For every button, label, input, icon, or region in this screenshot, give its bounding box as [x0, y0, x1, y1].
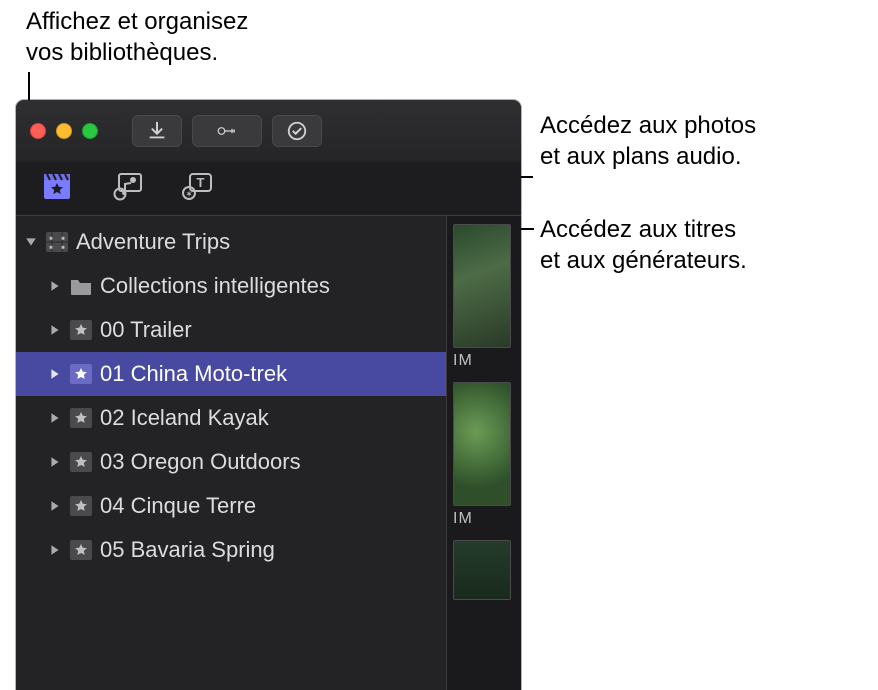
clip-thumbnail[interactable] [453, 382, 511, 506]
titlebar [16, 100, 521, 162]
library-row[interactable]: Adventure Trips [16, 220, 446, 264]
event-star-icon [68, 495, 94, 517]
zoom-window-button[interactable] [82, 123, 98, 139]
row-label: Collections intelligentes [100, 273, 330, 299]
disclosure-closed-icon [48, 455, 62, 469]
library-icon [44, 231, 70, 253]
tab-titles-generators[interactable]: T✶ [162, 162, 232, 216]
event-star-icon [68, 451, 94, 473]
tab-libraries[interactable] [22, 162, 92, 216]
clip-thumbnail[interactable] [453, 540, 511, 600]
disclosure-closed-icon [48, 279, 62, 293]
window-controls [30, 123, 98, 139]
row-label: 04 Cinque Terre [100, 493, 256, 519]
minimize-window-button[interactable] [56, 123, 72, 139]
photos-audio-icon [111, 171, 143, 206]
clip-browser: IM IM [446, 216, 521, 690]
row-label: 00 Trailer [100, 317, 192, 343]
clip-label: IM [453, 510, 515, 528]
close-window-button[interactable] [30, 123, 46, 139]
background-tasks-button[interactable] [272, 115, 322, 147]
sidebar-item-event[interactable]: 02 Iceland Kayak [16, 396, 446, 440]
sidebar-item-event[interactable]: 00 Trailer [16, 308, 446, 352]
disclosure-open-icon [24, 235, 38, 249]
disclosure-closed-icon [48, 367, 62, 381]
event-star-icon [68, 319, 94, 341]
sidebar-item-event-selected[interactable]: 01 China Moto-trek [16, 352, 446, 396]
row-label: 01 China Moto-trek [100, 361, 287, 387]
sidebar-item-event[interactable]: 05 Bavaria Spring [16, 528, 446, 572]
row-label: 05 Bavaria Spring [100, 537, 275, 563]
app-window: T✶ Adventure Trips [16, 100, 521, 690]
event-star-icon [68, 407, 94, 429]
callout-photos-audio: Accédez aux photos et aux plans audio. [540, 110, 756, 172]
tab-photos-audio[interactable] [92, 162, 162, 216]
svg-text:T: T [197, 175, 205, 190]
library-name: Adventure Trips [76, 229, 230, 255]
titles-generators-icon: T✶ [181, 171, 213, 206]
disclosure-closed-icon [48, 411, 62, 425]
svg-text:✶: ✶ [185, 189, 193, 199]
disclosure-closed-icon [48, 323, 62, 337]
keyword-button[interactable] [192, 115, 262, 147]
folder-icon [68, 275, 94, 297]
callout-libraries: Affichez et organisez vos bibliothèques. [26, 6, 248, 68]
clapperboard-icon [41, 171, 73, 206]
sidebar-item-event[interactable]: 04 Cinque Terre [16, 484, 446, 528]
row-label: 02 Iceland Kayak [100, 405, 269, 431]
disclosure-closed-icon [48, 543, 62, 557]
event-star-icon [68, 539, 94, 561]
disclosure-closed-icon [48, 499, 62, 513]
sidebar-tabs: T✶ [16, 162, 521, 216]
callout-titles-generators: Accédez aux titres et aux générateurs. [540, 214, 747, 276]
event-star-icon [68, 363, 94, 385]
row-label: 03 Oregon Outdoors [100, 449, 301, 475]
clip-label: IM [453, 352, 515, 370]
clip-thumbnail[interactable] [453, 224, 511, 348]
library-sidebar: Adventure Trips Collections intelligente… [16, 216, 446, 690]
sidebar-item-smart-collections[interactable]: Collections intelligentes [16, 264, 446, 308]
import-button[interactable] [132, 115, 182, 147]
sidebar-item-event[interactable]: 03 Oregon Outdoors [16, 440, 446, 484]
